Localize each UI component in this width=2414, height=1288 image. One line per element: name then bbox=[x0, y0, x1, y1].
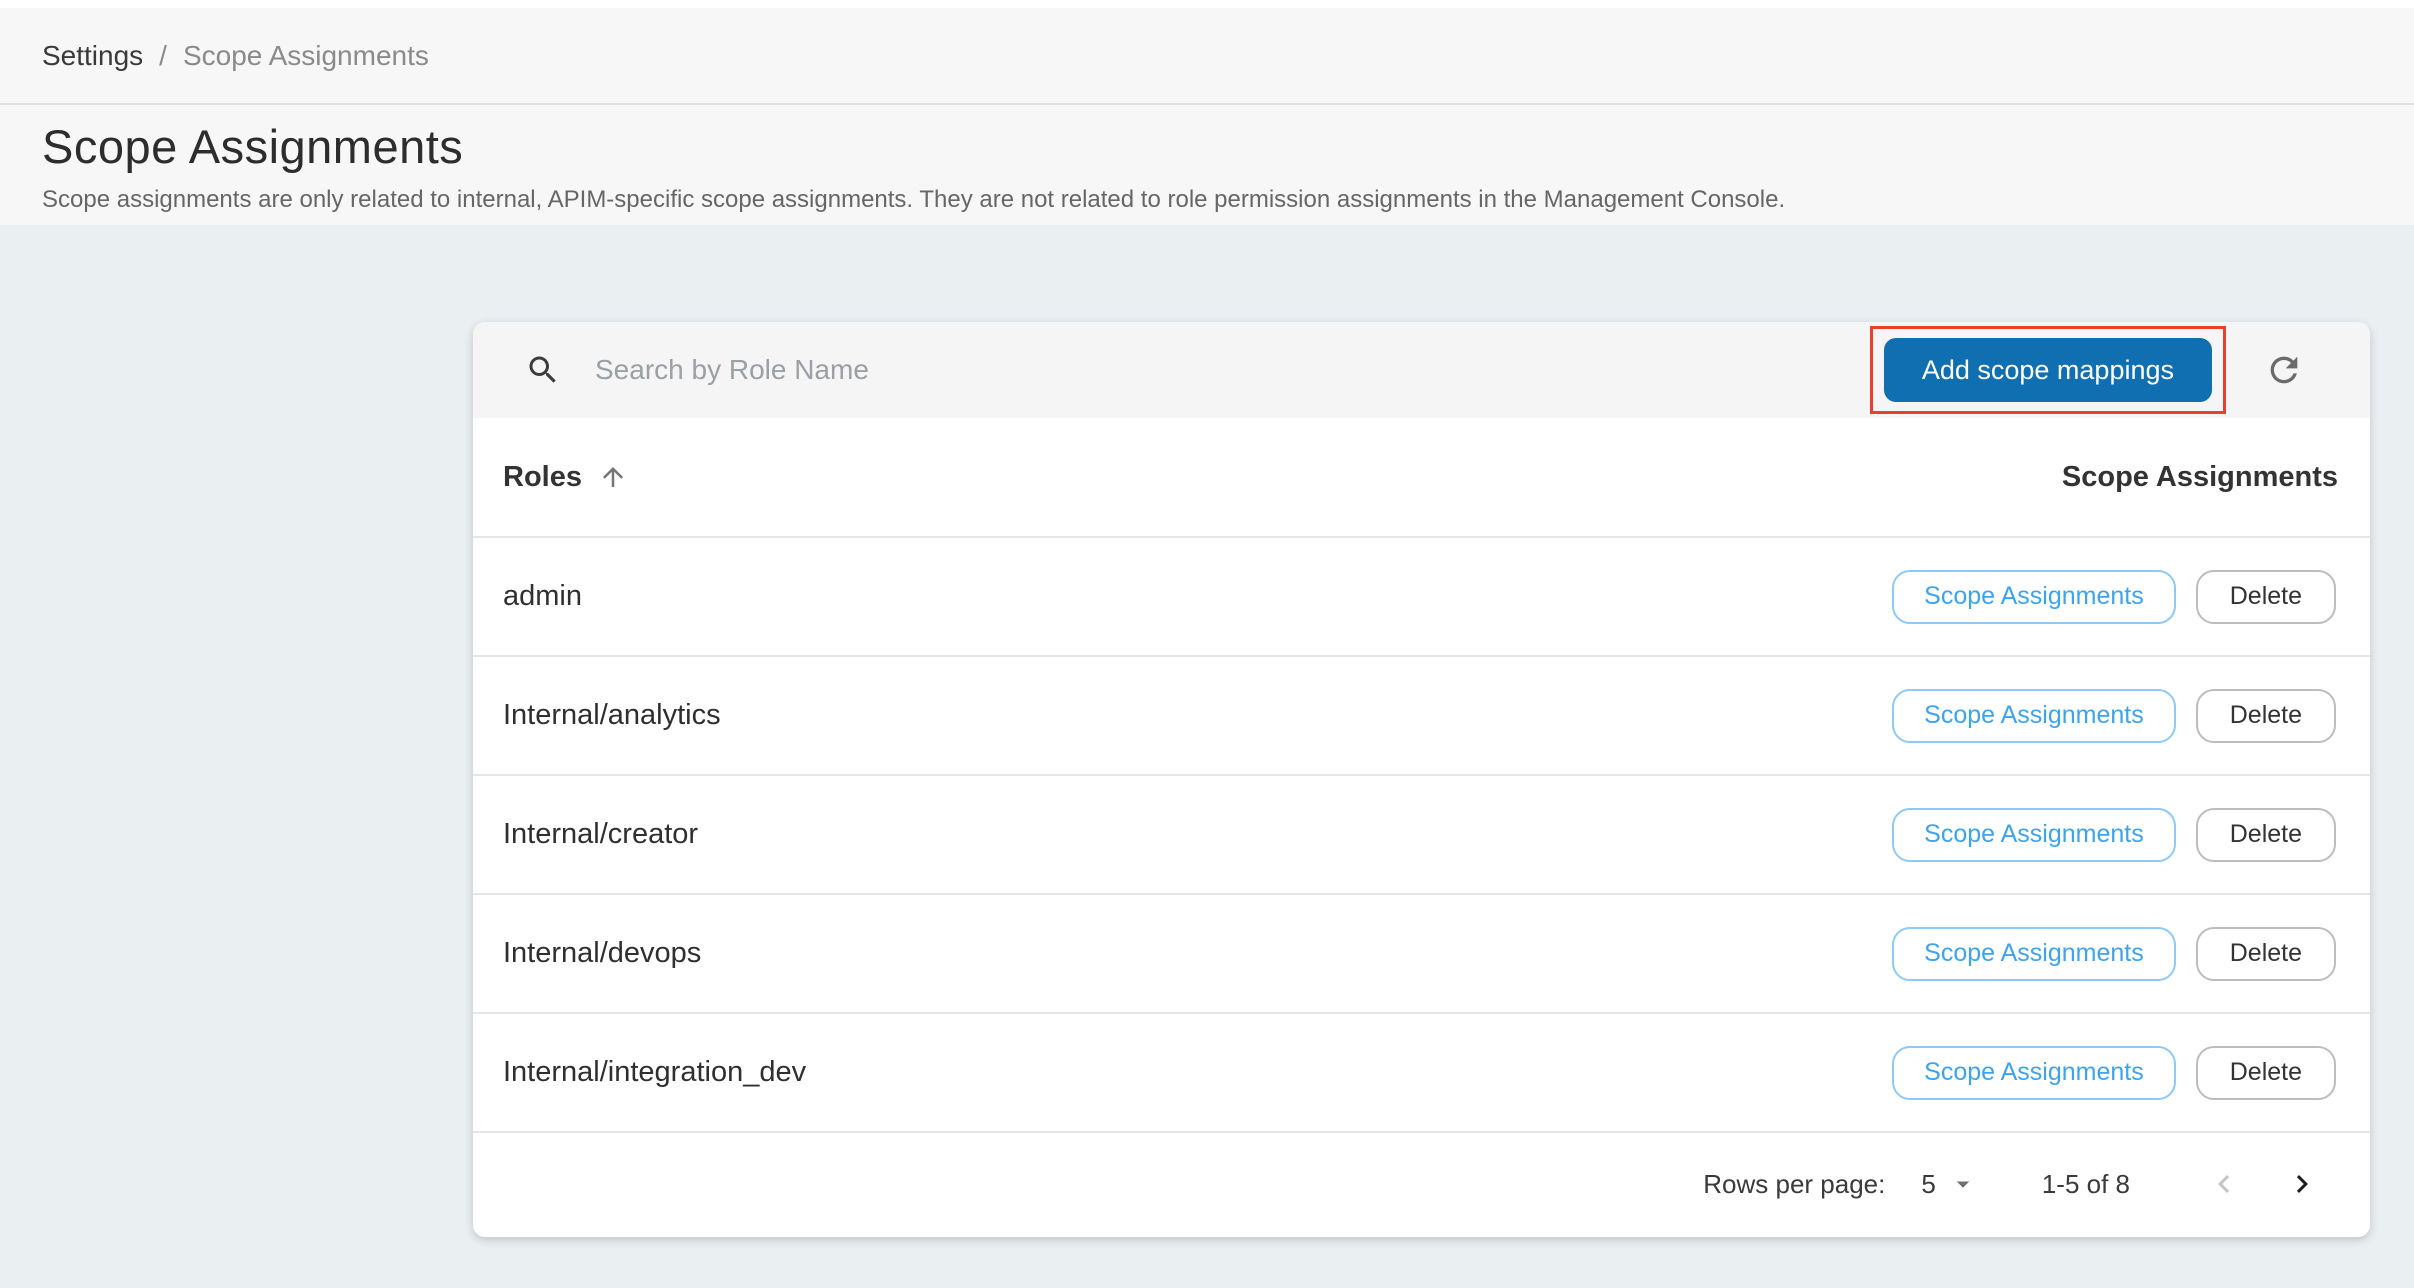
chevron-left-icon bbox=[2206, 1166, 2242, 1202]
add-scope-mappings-button[interactable]: Add scope mappings bbox=[1884, 338, 2212, 402]
table-row: admin Scope Assignments Delete bbox=[473, 538, 2370, 657]
pagination: Rows per page: 5 1-5 of 8 bbox=[473, 1133, 2370, 1235]
breadcrumb-item-settings[interactable]: Settings bbox=[42, 40, 143, 72]
search-icon bbox=[525, 352, 561, 388]
breadcrumb-item-scope-assignments: Scope Assignments bbox=[183, 40, 429, 72]
role-name-cell: Internal/creator bbox=[503, 818, 698, 851]
role-name-cell: Internal/analytics bbox=[503, 699, 721, 732]
top-strip bbox=[0, 0, 2414, 8]
search-input[interactable] bbox=[595, 354, 1870, 386]
delete-button[interactable]: Delete bbox=[2196, 1046, 2336, 1100]
row-actions: Scope Assignments Delete bbox=[1892, 689, 2336, 743]
table-row: Internal/devops Scope Assignments Delete bbox=[473, 895, 2370, 1014]
rows-per-page-label: Rows per page: bbox=[1703, 1169, 1885, 1200]
scope-assignments-button[interactable]: Scope Assignments bbox=[1892, 808, 2176, 862]
column-header-roles-label: Roles bbox=[503, 461, 582, 494]
delete-button[interactable]: Delete bbox=[2196, 808, 2336, 862]
next-page-button[interactable] bbox=[2278, 1160, 2326, 1208]
delete-button[interactable]: Delete bbox=[2196, 570, 2336, 624]
page-title: Scope Assignments bbox=[42, 119, 2372, 174]
column-header-roles[interactable]: Roles bbox=[503, 461, 628, 494]
breadcrumb: Settings / Scope Assignments bbox=[0, 8, 2414, 105]
role-name-cell: Internal/integration_dev bbox=[503, 1056, 806, 1089]
pagination-range: 1-5 of 8 bbox=[2042, 1169, 2130, 1200]
breadcrumb-separator: / bbox=[159, 40, 167, 72]
previous-page-button[interactable] bbox=[2200, 1160, 2248, 1208]
content-area: Add scope mappings Roles Scope Assignmen… bbox=[0, 225, 2414, 1288]
role-name-cell: admin bbox=[503, 580, 582, 613]
annotation-highlight: Add scope mappings bbox=[1870, 326, 2226, 414]
row-actions: Scope Assignments Delete bbox=[1892, 927, 2336, 981]
role-name-cell: Internal/devops bbox=[503, 937, 701, 970]
sort-ascending-icon bbox=[598, 462, 628, 492]
refresh-button[interactable] bbox=[2260, 346, 2308, 394]
table-row: Internal/integration_dev Scope Assignmen… bbox=[473, 1014, 2370, 1133]
table-header-row: Roles Scope Assignments bbox=[473, 418, 2370, 538]
delete-button[interactable]: Delete bbox=[2196, 689, 2336, 743]
scope-assignments-button[interactable]: Scope Assignments bbox=[1892, 1046, 2176, 1100]
table-row: Internal/creator Scope Assignments Delet… bbox=[473, 776, 2370, 895]
delete-button[interactable]: Delete bbox=[2196, 927, 2336, 981]
refresh-icon bbox=[2264, 350, 2304, 390]
rows-per-page-value: 5 bbox=[1921, 1169, 1935, 1200]
page-description: Scope assignments are only related to in… bbox=[42, 186, 2372, 214]
column-header-scope-assignments: Scope Assignments bbox=[2062, 461, 2338, 494]
table-toolbar: Add scope mappings bbox=[473, 322, 2370, 418]
scope-assignments-button[interactable]: Scope Assignments bbox=[1892, 689, 2176, 743]
scope-assignments-card: Add scope mappings Roles Scope Assignmen… bbox=[473, 322, 2370, 1237]
dropdown-arrow-icon bbox=[1948, 1169, 1978, 1199]
chevron-right-icon bbox=[2284, 1166, 2320, 1202]
table-row: Internal/analytics Scope Assignments Del… bbox=[473, 657, 2370, 776]
row-actions: Scope Assignments Delete bbox=[1892, 1046, 2336, 1100]
page-header: Scope Assignments Scope assignments are … bbox=[0, 105, 2414, 225]
scope-assignments-button[interactable]: Scope Assignments bbox=[1892, 570, 2176, 624]
row-actions: Scope Assignments Delete bbox=[1892, 570, 2336, 624]
row-actions: Scope Assignments Delete bbox=[1892, 808, 2336, 862]
scope-assignments-button[interactable]: Scope Assignments bbox=[1892, 927, 2176, 981]
rows-per-page-select[interactable]: 5 bbox=[1921, 1169, 1977, 1200]
